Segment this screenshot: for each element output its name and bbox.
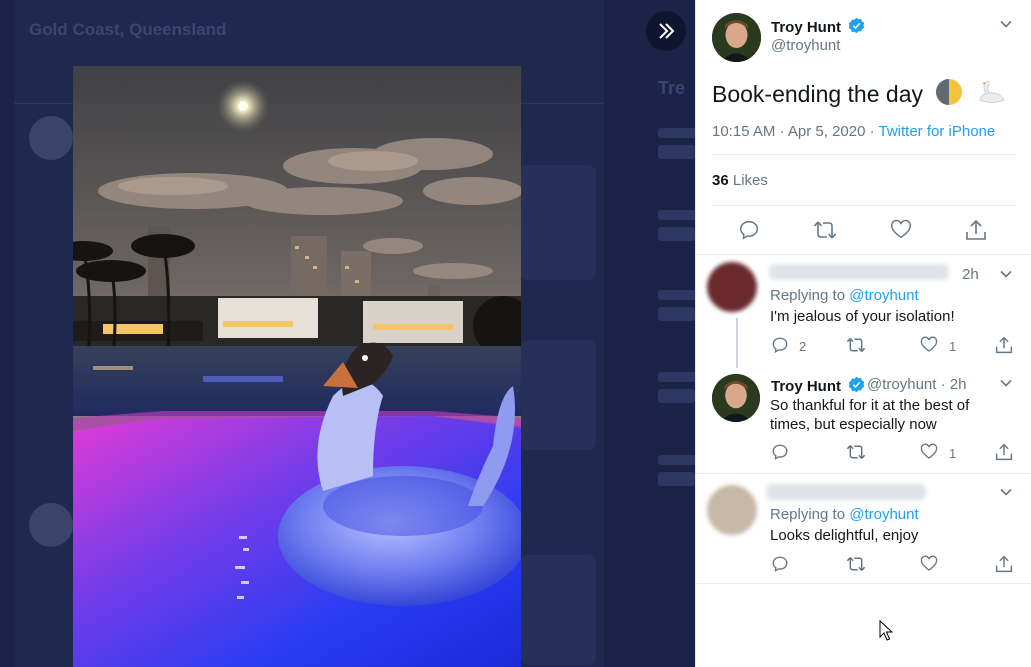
verified-badge-icon: [849, 376, 865, 393]
divider: [712, 205, 1016, 206]
reply-text-line: So thankful for it at the best of: [770, 397, 970, 414]
author-name-text: Troy Hunt: [771, 19, 841, 36]
chevron-down-icon[interactable]: [999, 267, 1013, 281]
reply-time[interactable]: 2h: [962, 266, 979, 283]
like-count: 1: [949, 446, 957, 461]
background-trend: [658, 389, 695, 403]
share-icon[interactable]: [995, 442, 1013, 462]
tweet-text-body: Book-ending the day: [712, 81, 923, 107]
divider: [712, 154, 1016, 155]
reply-text: I'm jealous of your isolation!: [770, 308, 955, 325]
share-icon[interactable]: [965, 218, 987, 242]
meta-separator: ·: [865, 123, 879, 140]
reply-icon[interactable]: [771, 555, 789, 573]
tweet-source-link[interactable]: Twitter for iPhone: [879, 123, 996, 140]
divider: [696, 583, 1031, 584]
share-icon[interactable]: [995, 335, 1013, 355]
reply-author-text: Troy Hunt: [771, 378, 841, 395]
background-avatar: [29, 503, 73, 547]
expand-panel-button[interactable]: [646, 11, 686, 51]
background-trends-title: Tre: [658, 78, 686, 98]
blurred-author-name: [769, 264, 949, 280]
reply-icon[interactable]: [771, 336, 789, 354]
mention-link[interactable]: @troyhunt: [849, 287, 918, 304]
author-handle[interactable]: @troyhunt: [771, 37, 840, 54]
avatar[interactable]: [712, 374, 760, 422]
retweet-icon[interactable]: [846, 443, 866, 461]
heart-icon[interactable]: [920, 336, 938, 354]
mention-link[interactable]: @troyhunt: [849, 506, 918, 523]
heart-icon[interactable]: [890, 219, 912, 241]
avatar[interactable]: [707, 485, 757, 535]
background-location-title: Gold Coast, Queensland: [29, 20, 227, 39]
replying-to: Replying to @troyhunt: [770, 506, 919, 523]
replying-to: Replying to @troyhunt: [770, 287, 919, 304]
share-icon[interactable]: [995, 554, 1013, 574]
swan-icon: [979, 80, 1005, 103]
background-avatar: [29, 116, 73, 160]
half-moon-icon: [936, 79, 963, 105]
background-trend: [658, 455, 695, 465]
likes-number: 36: [712, 172, 729, 189]
replying-prefix: Replying to: [770, 506, 850, 523]
background-media-card: [520, 340, 596, 450]
background-trend: [658, 472, 695, 486]
chevron-down-icon[interactable]: [999, 376, 1013, 390]
background-trend: [658, 307, 695, 321]
heart-icon[interactable]: [920, 443, 938, 461]
thread-line: [736, 318, 738, 368]
divider: [696, 254, 1031, 255]
verified-badge-icon: [849, 17, 865, 34]
background-trend: [658, 227, 695, 241]
retweet-icon[interactable]: [846, 336, 866, 354]
chevron-down-icon[interactable]: [999, 485, 1013, 499]
likes-count[interactable]: 36 Likes: [712, 172, 768, 189]
double-chevron-right-icon: [659, 23, 675, 39]
replying-prefix: Replying to: [770, 287, 850, 304]
background-media-card: [520, 165, 596, 280]
divider: [696, 473, 1031, 474]
background-trend: [658, 128, 695, 138]
like-count: 1: [949, 339, 957, 354]
chevron-down-icon[interactable]: [999, 17, 1013, 31]
avatar[interactable]: [707, 262, 757, 312]
background-trend: [658, 290, 695, 300]
reply-text: Looks delightful, enjoy: [770, 527, 919, 544]
retweet-icon[interactable]: [846, 555, 866, 573]
reply-count: 2: [799, 339, 807, 354]
background-trend: [658, 145, 695, 159]
likes-label: Likes: [732, 172, 768, 189]
author-name[interactable]: Troy Hunt: [771, 17, 865, 36]
avatar[interactable]: [712, 13, 761, 62]
retweet-icon[interactable]: [813, 219, 837, 241]
reply-icon[interactable]: [771, 443, 789, 461]
heart-icon[interactable]: [920, 555, 938, 573]
background-trend: [658, 210, 695, 220]
tweet-text: Book-ending the day: [712, 78, 1006, 108]
blurred-author-name: [766, 484, 926, 500]
mouse-pointer-icon: [879, 620, 893, 641]
reply-author-name[interactable]: Troy Hunt: [771, 376, 865, 395]
tweet-meta: 10:15 AM · Apr 5, 2020 · Twitter for iPh…: [712, 123, 995, 140]
tweet-photo[interactable]: [73, 66, 521, 667]
reply-icon[interactable]: [738, 219, 760, 241]
reply-text-line: times, but especially now: [770, 416, 937, 433]
background-media-card: [520, 555, 596, 665]
reply-handle-time[interactable]: @troyhunt · 2h: [867, 376, 966, 393]
tweet-timestamp[interactable]: 10:15 AM · Apr 5, 2020: [712, 123, 865, 140]
background-trend: [658, 372, 695, 382]
tweet-detail-panel: Troy Hunt @troyhunt Book-ending the day …: [695, 0, 1031, 667]
